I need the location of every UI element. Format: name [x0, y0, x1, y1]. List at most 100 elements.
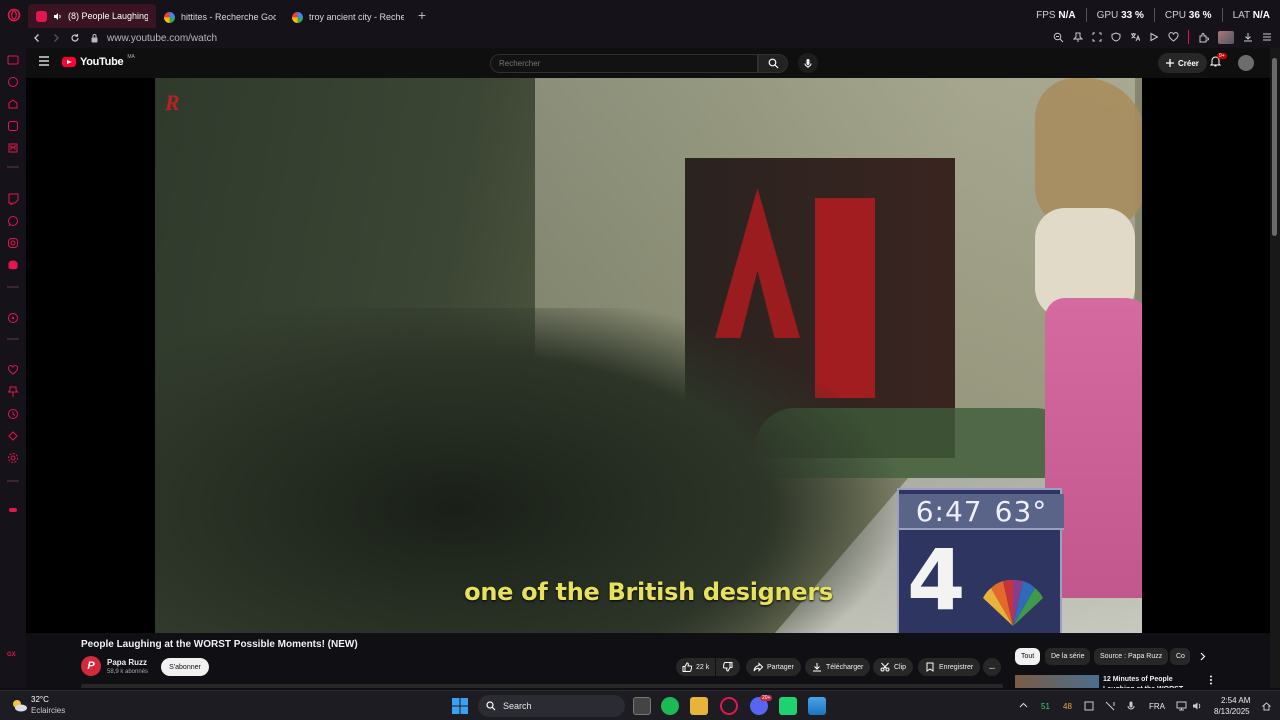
cpu-stat: CPU 36 % — [1164, 9, 1212, 21]
translate-icon[interactable] — [1130, 32, 1140, 42]
volume-icon[interactable] — [1192, 701, 1202, 711]
more-actions-button[interactable]: ... — [983, 658, 1001, 676]
gx-corner-icon[interactable] — [7, 98, 19, 110]
clock-date[interactable]: 8/13/2025 — [1214, 707, 1250, 716]
video-frame-image[interactable]: R 6:47 63° 4 one of the British designer… — [155, 78, 1142, 633]
gx-mods-icon[interactable] — [7, 142, 19, 154]
twitch-icon[interactable] — [7, 193, 19, 205]
tray-app-icon[interactable] — [1105, 701, 1115, 711]
search-button[interactable] — [758, 54, 788, 73]
network-icon[interactable] — [1176, 701, 1187, 711]
save-button[interactable]: Enregistrer — [918, 658, 981, 676]
channel-name[interactable]: Papa Ruzz — [107, 658, 147, 667]
opera-gx-logo-icon[interactable] — [0, 0, 28, 30]
page-scrollbar[interactable] — [1270, 48, 1280, 688]
weather-temperature[interactable]: 32°C — [31, 695, 49, 704]
instagram-icon[interactable] — [7, 237, 19, 249]
hamburger-menu-icon[interactable] — [38, 56, 50, 66]
video-title: People Laughing at the WORST Possible Mo… — [81, 639, 358, 650]
microphone-icon[interactable] — [1127, 701, 1135, 711]
browser-sidebar: GX — [0, 48, 26, 688]
back-icon[interactable] — [32, 33, 42, 43]
create-button[interactable]: Créer — [1158, 53, 1207, 73]
chip-series[interactable]: De la série — [1045, 648, 1091, 665]
tray-gpu-temp: 51 — [1041, 702, 1050, 711]
profile-avatar[interactable] — [1218, 30, 1234, 44]
app-icon[interactable] — [779, 697, 797, 715]
subscribe-button[interactable]: S'abonner — [161, 658, 209, 676]
lat-stat: LAT N/A — [1232, 9, 1270, 21]
tv-time: 6:47 — [915, 494, 983, 528]
download-button[interactable]: Télécharger — [805, 658, 871, 676]
account-avatar[interactable] — [1238, 55, 1254, 71]
task-view-icon[interactable] — [633, 697, 651, 715]
url-field[interactable]: www.youtube.com/watch — [107, 33, 217, 44]
extensions-sidebar-icon[interactable] — [7, 430, 19, 442]
settings-gear-icon[interactable] — [7, 452, 19, 464]
heart-icon[interactable] — [1168, 32, 1179, 42]
gx-control-icon[interactable] — [7, 54, 19, 66]
video-player[interactable]: R 6:47 63° 4 one of the British designer… — [26, 78, 1270, 633]
channel-avatar[interactable]: P — [81, 656, 101, 676]
bookmarks-heart-icon[interactable] — [7, 364, 19, 376]
opera-gx-taskbar-icon[interactable] — [720, 697, 738, 715]
chip-source[interactable]: Source : Papa Ruzz — [1094, 648, 1169, 665]
tab-hittites[interactable]: hittites - Recherche Goog — [156, 4, 284, 30]
share-button[interactable]: Partager — [746, 658, 801, 676]
file-explorer-icon[interactable] — [690, 697, 708, 715]
gx-store-icon[interactable] — [7, 120, 19, 132]
youtube-search-input[interactable] — [490, 54, 758, 73]
pinboard-icon[interactable] — [7, 386, 19, 398]
youtube-logo[interactable]: YouTube MA — [62, 54, 135, 68]
tray-expand-chevron-icon[interactable] — [1019, 702, 1028, 708]
tray-app-icon[interactable] — [1084, 701, 1094, 711]
gpu-stat: GPU 33 % — [1096, 9, 1144, 21]
scrollbar-thumb[interactable] — [1272, 58, 1277, 236]
xbox-icon[interactable] — [661, 697, 679, 715]
easy-setup-icon[interactable] — [1262, 32, 1272, 42]
notification-center-icon[interactable] — [1262, 702, 1271, 711]
reload-icon[interactable] — [70, 33, 80, 43]
pin-icon[interactable] — [1073, 32, 1083, 43]
photos-icon[interactable] — [808, 697, 826, 715]
recommended-title[interactable]: 12 Minutes of People Laughing at the WOR… — [1103, 675, 1205, 688]
more-sidebar-icon[interactable] — [7, 504, 19, 516]
zoom-icon[interactable] — [1053, 32, 1064, 43]
thumbs-down-icon — [723, 662, 733, 672]
taskbar-search[interactable]: Search — [478, 695, 625, 717]
tab-youtube[interactable]: (8) People Laughing at — [28, 4, 156, 30]
voice-search-mic-icon[interactable] — [798, 53, 818, 73]
history-icon[interactable] — [7, 408, 19, 420]
keyboard-language[interactable]: FRA — [1149, 702, 1165, 711]
description-box[interactable] — [81, 684, 1003, 688]
like-button[interactable]: 22 k — [676, 658, 716, 676]
chip-all[interactable]: Tout — [1015, 648, 1041, 665]
speaker-icon[interactable] — [53, 12, 62, 21]
snapshot-icon[interactable] — [1092, 32, 1102, 42]
player-icon[interactable] — [1149, 32, 1159, 42]
new-tab-button[interactable]: + — [412, 5, 432, 25]
tab-troy[interactable]: troy ancient city - Recher — [284, 4, 412, 30]
weather-description[interactable]: Eclaircies — [31, 706, 65, 715]
whatsapp-icon[interactable] — [7, 215, 19, 227]
weather-partly-sunny-icon[interactable] — [10, 698, 28, 712]
forward-icon[interactable] — [51, 33, 61, 43]
download-icon[interactable] — [1243, 32, 1253, 42]
recommended-thumbnail[interactable] — [1015, 675, 1099, 688]
music-player-icon[interactable] — [7, 312, 19, 324]
tab-label: (8) People Laughing at — [68, 11, 148, 21]
recommended-more-icon[interactable] — [1209, 675, 1213, 685]
sidebar-divider — [7, 480, 19, 482]
adblock-icon[interactable] — [1111, 32, 1121, 42]
clock-time[interactable]: 2:54 AM — [1221, 696, 1250, 705]
clip-button[interactable]: Clip — [873, 658, 914, 676]
chip-more[interactable]: Co — [1170, 648, 1190, 665]
gx-cleaner-icon[interactable] — [7, 76, 19, 88]
dislike-button[interactable] — [716, 658, 740, 676]
lock-icon[interactable] — [90, 33, 99, 43]
extensions-icon[interactable] — [1198, 32, 1209, 43]
discord-icon[interactable] — [7, 259, 19, 271]
chips-next-icon[interactable] — [1198, 652, 1207, 661]
sidebar-divider — [7, 286, 19, 288]
windows-start-icon[interactable] — [452, 698, 468, 714]
